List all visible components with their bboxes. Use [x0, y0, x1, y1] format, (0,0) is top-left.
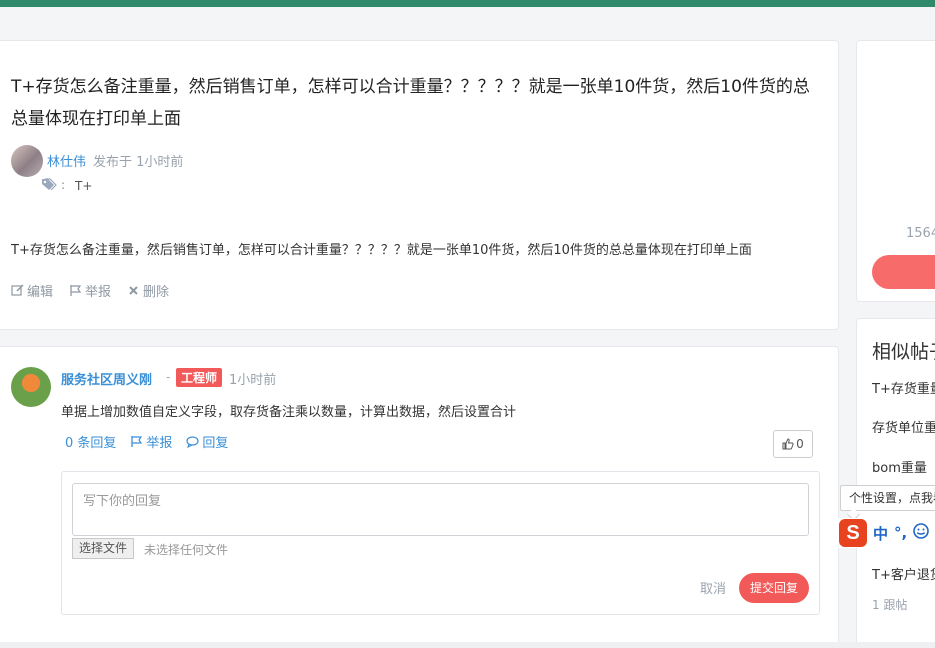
like-button[interactable]: 0 [773, 430, 813, 458]
cancel-button[interactable]: 取消 [700, 578, 726, 597]
similar-posts-card: 相似帖子 T+存货重量 存货单位重量 bom重量 T+客户退货 1 跟帖 [856, 318, 935, 648]
sogou-logo-icon[interactable]: S [839, 519, 867, 547]
stat-count: 1564 [906, 226, 935, 241]
ime-mode-toggle[interactable]: 中 [873, 523, 888, 544]
thumbs-up-icon [782, 438, 794, 450]
posted-time: 发布于 1小时前 [93, 155, 184, 170]
follow-count: 1 跟帖 [872, 598, 908, 612]
delete-label: 删除 [143, 285, 170, 300]
report-label: 举报 [85, 285, 112, 300]
ime-punctuation-toggle[interactable]: °, [894, 524, 907, 542]
answer-card: 服务社区周义刚 - 工程师 1小时前 单据上增加数值自定义字段，取存货备注乘以数… [0, 346, 839, 648]
report-button[interactable]: 举报 [69, 281, 111, 300]
edit-icon [11, 284, 24, 296]
tag-link-tplus[interactable]: T+ [75, 179, 92, 193]
bottom-strip [0, 642, 935, 648]
answer-time: 1小时前 [229, 373, 277, 388]
top-bar [0, 0, 935, 7]
author-avatar[interactable] [11, 145, 43, 177]
similar-post-link[interactable]: T+存货重量 [872, 378, 935, 397]
question-actions: 编辑 举报 删除 [11, 281, 169, 300]
similar-post-link[interactable]: T+客户退货 [872, 564, 935, 583]
choose-file-button[interactable]: 选择文件 [72, 538, 135, 559]
similar-post-link[interactable]: bom重量 [872, 457, 927, 476]
ime-toolbar[interactable]: S 中 °, [838, 518, 935, 548]
flag-icon [131, 436, 143, 447]
reply-label: 回复 [202, 436, 229, 451]
question-title: T+存货怎么备注重量，然后销售订单，怎样可以合计重量？？？？？就是一张单10件货… [11, 77, 810, 129]
question-card: T+存货怎么备注重量，然后销售订单，怎样可以合计重量？？？？？就是一张单10件货… [0, 40, 839, 330]
reply-form: 选择文件 未选择任何文件 取消 提交回复 [61, 471, 820, 615]
replies-count-link[interactable]: 0 条回复 [65, 432, 116, 451]
comment-icon [186, 436, 200, 448]
like-count: 0 [796, 437, 804, 451]
delete-button[interactable]: 删除 [127, 281, 169, 300]
ime-tooltip: 个性设置，点我看看 [840, 485, 935, 511]
similar-posts-title: 相似帖子 [872, 341, 935, 363]
replies-count-label: 0 条回复 [65, 436, 117, 451]
engineer-badge: 工程师 [176, 368, 223, 387]
answer-body: 单据上增加数值自定义字段，取存货备注乘以数量，计算出数据，然后设置合计 [61, 405, 517, 420]
submit-reply-button[interactable]: 提交回复 [739, 573, 809, 603]
sidebar-action-button[interactable] [872, 255, 935, 289]
flag-icon [70, 285, 82, 296]
answer-report-button[interactable]: 举报 [130, 432, 172, 451]
similar-post-link[interactable]: 存货单位重量 [872, 417, 935, 436]
author-name-link[interactable]: 林仕伟 [47, 151, 86, 170]
reply-textarea[interactable] [72, 483, 809, 536]
tags-icon [42, 178, 57, 191]
answerer-separator: - [166, 370, 171, 384]
sidebar-stats-card: 1564 [856, 40, 935, 302]
close-icon [129, 286, 138, 295]
edit-button[interactable]: 编辑 [11, 281, 53, 300]
answer-actions: 0 条回复 举报 回复 [65, 432, 228, 451]
edit-label: 编辑 [27, 285, 54, 300]
tag-separator: : [61, 178, 66, 192]
question-body: T+存货怎么备注重量，然后销售订单，怎样可以合计重量？？？？？就是一张单10件货… [11, 243, 752, 258]
emoji-icon[interactable] [913, 523, 930, 543]
file-status: 未选择任何文件 [144, 543, 229, 557]
answerer-name-link[interactable]: 服务社区周义刚 [61, 369, 152, 388]
reply-button[interactable]: 回复 [186, 432, 228, 451]
answer-report-label: 举报 [146, 436, 173, 451]
answerer-avatar[interactable] [11, 367, 51, 407]
